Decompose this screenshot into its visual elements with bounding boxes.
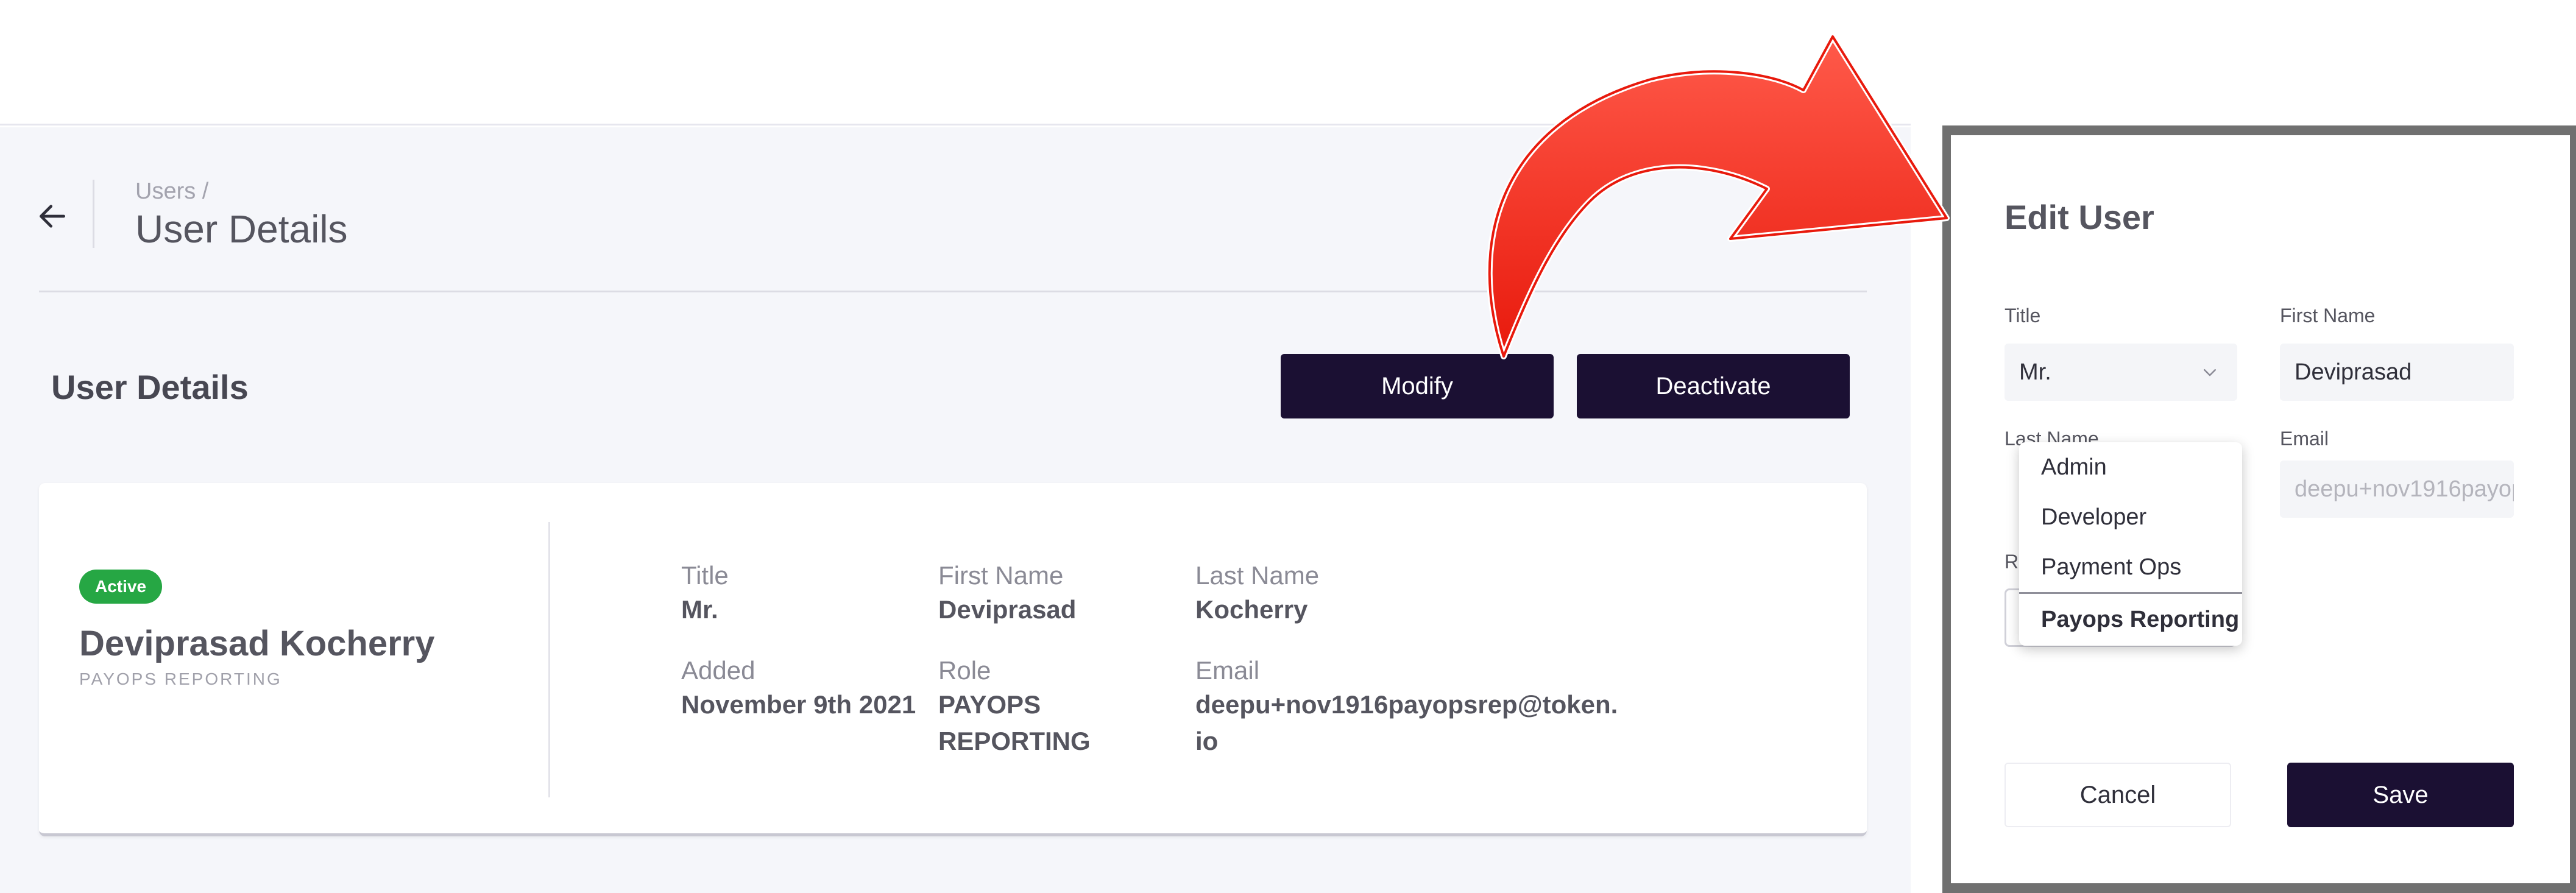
back-arrow-icon[interactable] bbox=[35, 199, 69, 233]
title-label: Title bbox=[681, 561, 729, 590]
breadcrumb[interactable]: Users / bbox=[135, 178, 208, 205]
user-role-subtitle: PAYOPS REPORTING bbox=[79, 669, 282, 688]
role-option-payment-ops[interactable]: Payment Ops bbox=[2019, 542, 2242, 592]
role-option-payops-reporting[interactable]: Payops Reporting bbox=[2019, 592, 2242, 646]
role-value-line-2: REPORTING bbox=[938, 727, 1091, 755]
first-name-field-label: First Name bbox=[2280, 305, 2376, 326]
role-option-developer[interactable]: Developer bbox=[2019, 492, 2242, 542]
email-field-label: Email bbox=[2280, 428, 2329, 450]
role-option-admin[interactable]: Admin bbox=[2019, 442, 2242, 492]
added-value: November 9th 2021 bbox=[681, 690, 916, 719]
role-value-line-1: PAYOPS bbox=[938, 690, 1041, 719]
edit-user-panel: Edit User Title Mr. First Name Deviprasa… bbox=[1951, 135, 2570, 883]
added-label: Added bbox=[681, 656, 755, 685]
last-name-value: Kocherry bbox=[1195, 595, 1308, 624]
title-select[interactable]: Mr. bbox=[2005, 344, 2237, 401]
title-value: Mr. bbox=[681, 595, 718, 624]
status-badge: Active bbox=[79, 570, 163, 604]
email-input: deepu+nov1916payopsrep@token.io bbox=[2280, 461, 2514, 518]
card-divider bbox=[548, 522, 550, 797]
cancel-button[interactable]: Cancel bbox=[2005, 763, 2231, 827]
last-name-label: Last Name bbox=[1195, 561, 1320, 590]
email-value-line-1: deepu+nov1916payopsrep@token. bbox=[1195, 690, 1618, 719]
page-title: User Details bbox=[135, 207, 348, 251]
role-dropdown-menu: Admin Developer Payment Ops Payops Repor… bbox=[2019, 442, 2242, 646]
first-name-label: First Name bbox=[938, 561, 1064, 590]
header-divider bbox=[93, 180, 94, 248]
title-field-label: Title bbox=[2005, 305, 2041, 326]
user-details-card: Active Deviprasad Kocherry PAYOPS REPORT… bbox=[39, 483, 1867, 836]
email-value-line-2: io bbox=[1195, 727, 1219, 755]
first-name-input[interactable]: Deviprasad bbox=[2280, 344, 2514, 401]
section-title: User Details bbox=[51, 368, 249, 406]
email-label: Email bbox=[1195, 656, 1260, 685]
title-select-value: Mr. bbox=[2019, 359, 2051, 385]
role-label: Role bbox=[938, 656, 991, 685]
first-name-value: Deviprasad bbox=[938, 595, 1077, 624]
annotation-arrow-icon bbox=[1486, 34, 1950, 359]
chevron-down-icon bbox=[2204, 369, 2216, 376]
save-button[interactable]: Save bbox=[2287, 763, 2514, 827]
panel-title: Edit User bbox=[2005, 198, 2154, 236]
user-full-name: Deviprasad Kocherry bbox=[79, 624, 435, 663]
